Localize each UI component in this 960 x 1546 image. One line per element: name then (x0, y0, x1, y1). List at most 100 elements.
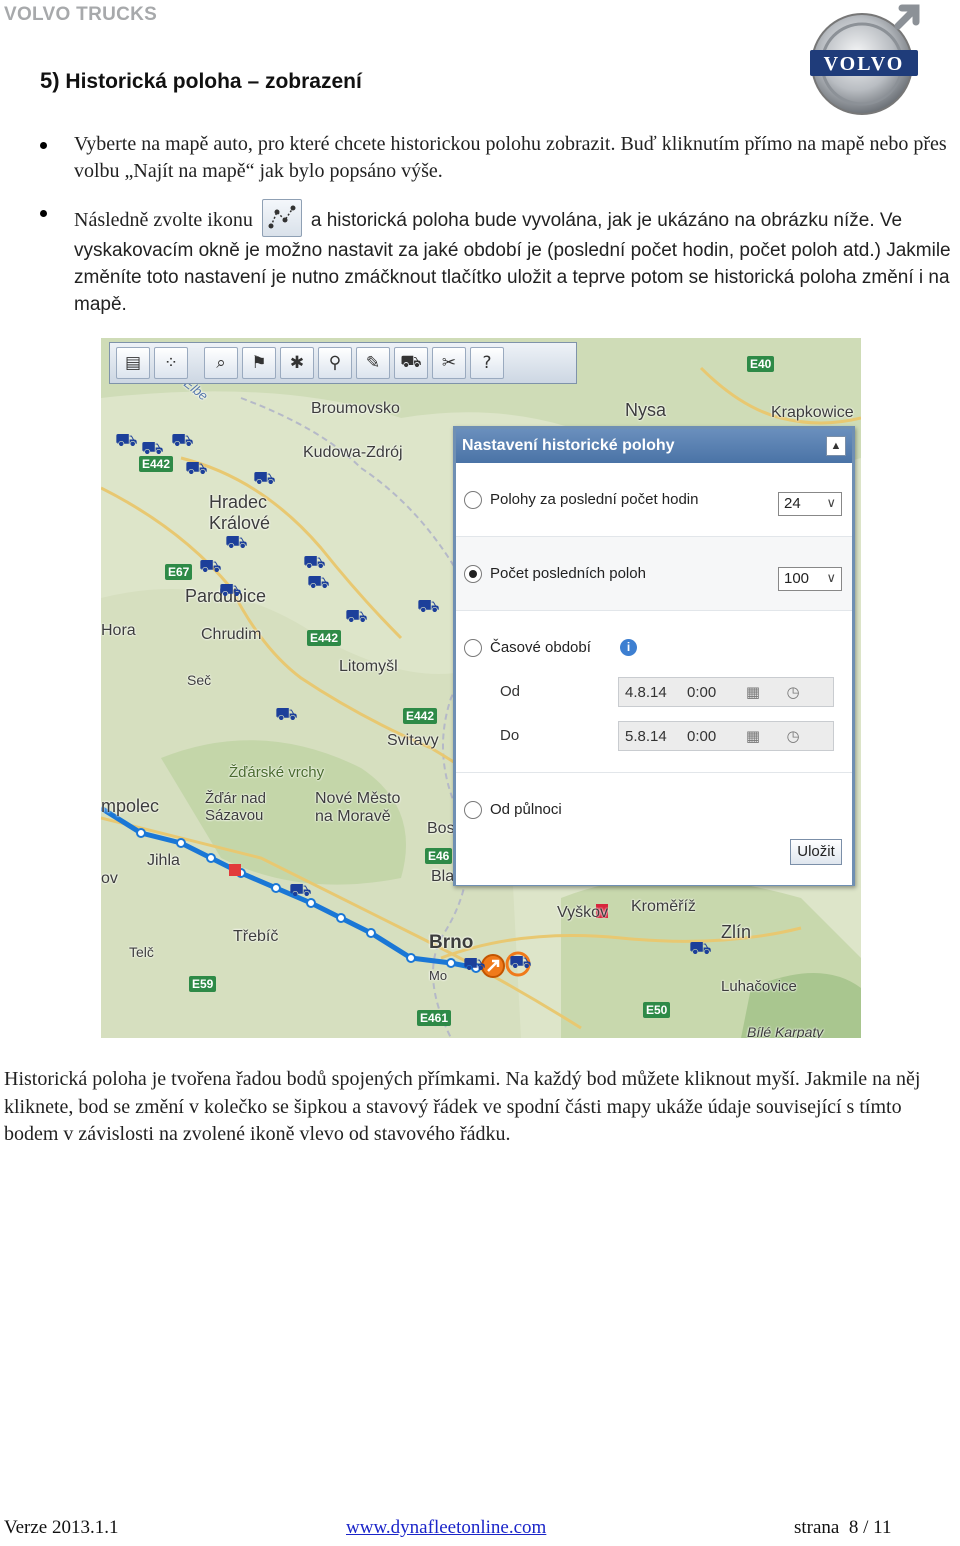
help-icon[interactable]: ? (470, 347, 504, 379)
truck-icon[interactable]: ⛟ (689, 940, 712, 958)
map-label: Bos (427, 820, 455, 837)
section-title: Historická poloha – zobrazení (65, 70, 362, 93)
map-label: Svitavy (387, 732, 439, 749)
map-label: Nové Město na Moravě (315, 790, 401, 825)
truck-icon[interactable]: ⛟ (219, 582, 242, 600)
truck-icon[interactable]: ⛟ (307, 574, 330, 592)
section-number: 5) (40, 68, 60, 93)
truck-icon[interactable]: ⛟ (199, 558, 222, 576)
radio-last-positions[interactable] (464, 565, 482, 583)
from-label: Od (500, 683, 521, 700)
truck-icon[interactable]: ⛟ (509, 954, 532, 972)
from-time[interactable]: 0:00 (681, 684, 733, 701)
road-label: E461 (417, 1010, 452, 1026)
footer-version: Verze 2013.1.1 (4, 1517, 119, 1538)
flag-icon[interactable]: ⚑ (242, 347, 276, 379)
route-icon[interactable]: ⚲ (318, 347, 352, 379)
map-screenshot[interactable]: E40 E442 E67 E442 E442 E461 E59 E50 E46 … (101, 338, 861, 1038)
truck-icon[interactable]: ⛟ (225, 534, 248, 552)
map-label: ov (101, 870, 118, 887)
road-label: E67 (165, 564, 193, 580)
to-datetime[interactable]: 5.8.14 0:00 ▦ ◷ (618, 721, 834, 751)
positions-select[interactable]: 100 (778, 567, 842, 591)
from-date[interactable]: 4.8.14 (619, 684, 681, 701)
map-label: mpolec (101, 796, 160, 816)
option-since-midnight: Od půlnoci Uložit (456, 773, 852, 885)
bullet-text-after-icon: a historická poloha bude vyvolána, jak j… (310, 210, 829, 231)
map-label: Zlín (721, 922, 752, 942)
road-label: E59 (189, 976, 217, 992)
truck-icon[interactable]: ⛟ (289, 882, 312, 900)
zoom-area-icon[interactable]: ⌕ (204, 347, 238, 379)
map-label: Nysa (625, 400, 667, 420)
option-label: Časové období (490, 639, 591, 656)
option-label: Polohy za poslední počet hodin (490, 491, 699, 508)
map-label: Seč (187, 672, 212, 688)
radio-last-hours[interactable] (464, 491, 482, 509)
to-label: Do (500, 727, 520, 744)
svg-text:VOLVO: VOLVO (824, 53, 905, 75)
to-date[interactable]: 5.8.14 (619, 728, 681, 745)
to-time[interactable]: 0:00 (681, 728, 733, 745)
truck-icon[interactable]: ⛟ (253, 470, 276, 488)
map-label: Hora (101, 622, 136, 639)
truck-icon[interactable]: ⛟ (171, 432, 194, 450)
from-datetime[interactable]: 4.8.14 0:00 ▦ ◷ (618, 677, 834, 707)
map-label: Mo (429, 968, 448, 983)
option-label: Počet posledních poloh (490, 565, 646, 582)
save-button[interactable]: Uložit (790, 839, 842, 865)
list-icon[interactable]: ▤ (116, 347, 150, 379)
hours-select[interactable]: 24 (778, 492, 842, 516)
clock-icon[interactable]: ◷ (773, 683, 813, 701)
road-label: E40 (747, 356, 775, 372)
truck-icon[interactable]: ⛟ (463, 956, 486, 974)
history-settings-dialog: Nastavení historické polohy ▲ Polohy za … (453, 426, 855, 886)
collapse-icon[interactable]: ▲ (826, 436, 846, 456)
radio-time-period[interactable] (464, 639, 482, 657)
info-icon[interactable]: i (620, 639, 637, 656)
poi-add-icon[interactable]: ✱ (280, 347, 314, 379)
map-label: Jihla (147, 852, 180, 869)
truck-icon[interactable]: ⛟ (185, 460, 208, 478)
settings-icon[interactable]: ✂ (432, 347, 466, 379)
map-toolbar: ▤ ⁘ ⌕ ⚑ ✱ ⚲ ✎ ⛟ ✂ ? (109, 342, 577, 384)
map-label: Kroměříž (631, 898, 696, 915)
bullet-text-before-icon: Následně zvolte ikonu (74, 209, 253, 231)
option-last-positions: Počet posledních poloh 100 (456, 537, 852, 611)
footer-link[interactable]: www.dynafleetonline.com (346, 1517, 546, 1539)
history-route-icon[interactable]: ⁘ (154, 347, 188, 379)
map-label: Žďárské vrchy (229, 764, 325, 781)
map-label: Bla (431, 868, 455, 885)
truck-icon[interactable]: ⛟ (141, 440, 164, 458)
road-label: E46 (425, 848, 453, 864)
road-label: E50 (643, 1002, 671, 1018)
bullet-history-icon: Následně zvolte ikonu a historická poloh… (40, 199, 954, 318)
truck-icon[interactable]: ⛟ (303, 554, 326, 572)
truck-icon[interactable]: ⛟ (275, 706, 298, 724)
brand-wordmark: VOLVO TRUCKS (4, 4, 158, 25)
clock-icon[interactable]: ◷ (773, 727, 813, 745)
map-label: Třebíč (233, 928, 279, 945)
map-label: Brno (429, 932, 474, 953)
map-label: Luhačovice (721, 978, 797, 995)
footer-page-number: strana 8 / 11 (794, 1517, 892, 1538)
truck-icon[interactable]: ⛟ (345, 608, 368, 626)
body-paragraph: Historická poloha je tvořena řadou bodů … (4, 1068, 921, 1145)
radio-since-midnight[interactable] (464, 801, 482, 819)
map-label: Broumovsko (311, 400, 400, 417)
volvo-logo: VOLVO (810, 4, 920, 115)
pin-icon[interactable]: ✎ (356, 347, 390, 379)
bullet-text: Vyberte na mapě auto, pro které chcete h… (74, 133, 947, 182)
poi-marker[interactable] (229, 864, 241, 876)
truck-icon[interactable]: ⛟ (115, 432, 138, 450)
truck-icon[interactable]: ⛟ (417, 598, 440, 616)
map-label: Chrudim (201, 626, 262, 643)
truck-list-icon[interactable]: ⛟ (394, 347, 428, 379)
road-label: E442 (403, 708, 438, 724)
road-label: E442 (307, 630, 342, 646)
calendar-icon[interactable]: ▦ (733, 683, 773, 701)
section-heading: 5) Historická poloha – zobrazení (40, 68, 362, 94)
map-label: Hradec Králové (209, 492, 271, 533)
calendar-icon[interactable]: ▦ (733, 727, 773, 745)
map-label: Kudowa-Zdrój (303, 444, 403, 461)
